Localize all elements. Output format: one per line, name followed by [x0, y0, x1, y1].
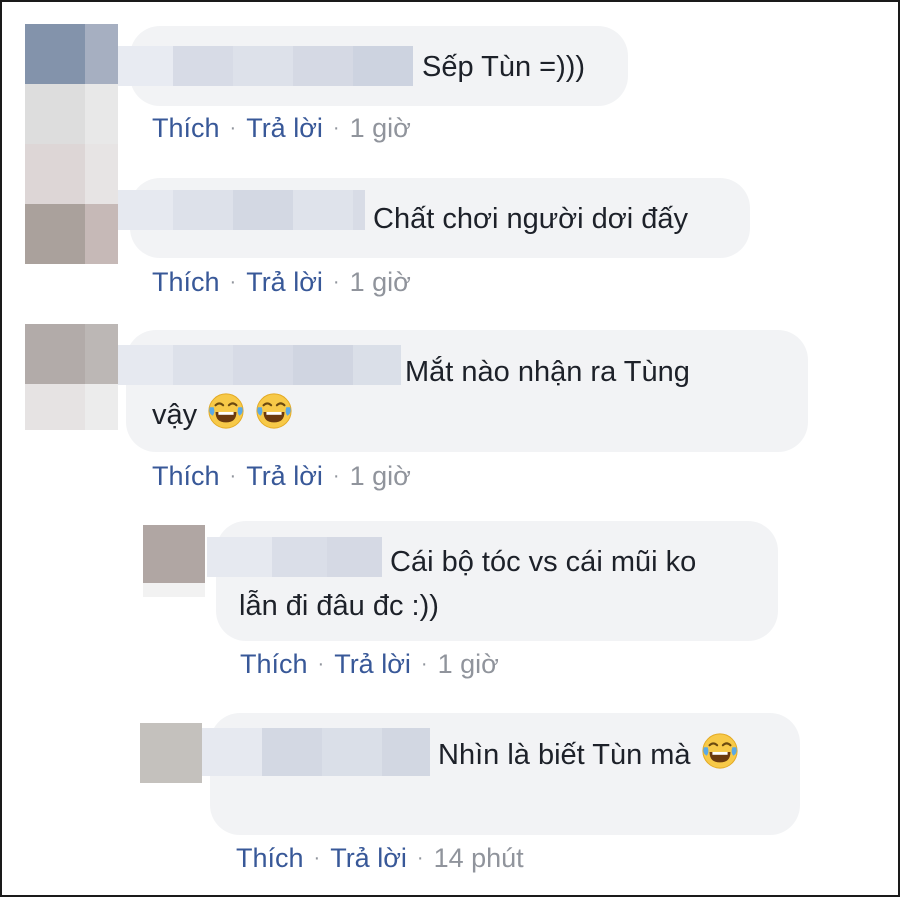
- comment-text: Sếp Tùn =))): [422, 51, 586, 83]
- avatar[interactable]: [25, 324, 118, 430]
- comment-text-line: lẫn đi đâu đc :)): [239, 590, 439, 622]
- separator: ·: [313, 847, 321, 869]
- like-link[interactable]: Thích: [152, 266, 220, 298]
- avatar[interactable]: [25, 144, 118, 264]
- laughing-tears-emoji: [255, 392, 293, 430]
- comment-actions: Thích · Trả lời · 1 giờ: [240, 648, 499, 680]
- laughing-tears-emoji: [207, 392, 245, 430]
- comment-actions: Thích · Trả lời · 1 giờ: [152, 112, 411, 144]
- laughing-tears-emoji: [701, 732, 739, 770]
- commenter-name[interactable]: [207, 537, 382, 577]
- commenter-name[interactable]: [118, 190, 365, 230]
- timestamp[interactable]: 1 giờ: [350, 266, 411, 298]
- separator: ·: [229, 465, 237, 487]
- separator: ·: [332, 117, 340, 139]
- comment-actions: Thích · Trả lời · 1 giờ: [152, 460, 411, 492]
- comment-text-line: vậy: [152, 392, 293, 437]
- avatar[interactable]: [143, 525, 205, 597]
- separator: ·: [229, 271, 237, 293]
- separator: ·: [420, 653, 428, 675]
- comment-text: Cái bộ tóc vs cái mũi ko: [390, 546, 697, 578]
- separator: ·: [332, 465, 340, 487]
- like-link[interactable]: Thích: [240, 648, 308, 680]
- comment-text: Mắt nào nhận ra Tùng: [405, 356, 690, 388]
- timestamp[interactable]: 1 giờ: [350, 460, 411, 492]
- timestamp[interactable]: 1 giờ: [438, 648, 499, 680]
- reply-link[interactable]: Trả lời: [334, 648, 411, 680]
- avatar[interactable]: [25, 24, 118, 144]
- commenter-name[interactable]: [118, 345, 401, 385]
- like-link[interactable]: Thích: [152, 112, 220, 144]
- reply-link[interactable]: Trả lời: [246, 112, 323, 144]
- comment-actions: Thích · Trả lời · 1 giờ: [152, 266, 411, 298]
- commenter-name[interactable]: [202, 728, 430, 776]
- comment-text: Chất chơi người dơi đấy: [373, 203, 689, 235]
- comment-actions: Thích · Trả lời · 14 phút: [236, 842, 524, 874]
- reply-link[interactable]: Trả lời: [330, 842, 407, 874]
- separator: ·: [332, 271, 340, 293]
- like-link[interactable]: Thích: [236, 842, 304, 874]
- reply-link[interactable]: Trả lời: [246, 266, 323, 298]
- separator: ·: [229, 117, 237, 139]
- timestamp[interactable]: 14 phút: [434, 842, 524, 874]
- separator: ·: [416, 847, 424, 869]
- commenter-name[interactable]: [118, 46, 413, 86]
- timestamp[interactable]: 1 giờ: [350, 112, 411, 144]
- reply-link[interactable]: Trả lời: [246, 460, 323, 492]
- avatar[interactable]: [140, 723, 202, 783]
- separator: ·: [317, 653, 325, 675]
- like-link[interactable]: Thích: [152, 460, 220, 492]
- comment-text: Nhìn là biết Tùn mà: [438, 732, 739, 777]
